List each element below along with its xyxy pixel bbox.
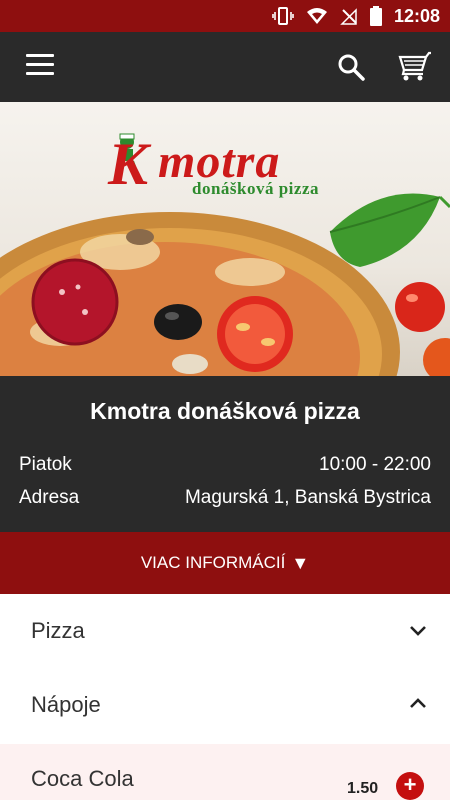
restaurant-name: Kmotra donášková pizza (90, 398, 360, 424)
logo-tagline: donášková pizza (192, 179, 319, 198)
address-value: Magurská 1, Banská Bystrica (184, 487, 431, 508)
app-bar (0, 32, 450, 102)
more-info-label: VIAC INFORMÁCIÍ (140, 553, 286, 572)
address-row: Adresa Magurská 1, Banská Bystrica (19, 487, 431, 509)
logo-initial: K (108, 131, 149, 197)
address-label: Adresa (19, 487, 80, 508)
item-price: 1.50 (347, 780, 379, 797)
wifi-icon (306, 8, 327, 24)
opening-hours: 10:00 - 22:00 (319, 454, 431, 475)
restaurant-info: Kmotra donášková pizza Piatok 10:00 - 22… (0, 376, 450, 532)
category-pizza[interactable]: Pizza (0, 594, 450, 668)
item-name: Coca Cola (31, 766, 134, 791)
search-icon[interactable] (336, 52, 366, 82)
category-label: Nápoje (31, 692, 101, 717)
menu-icon[interactable] (26, 54, 54, 80)
status-time: 12:08 (393, 5, 440, 26)
chevron-down-icon (410, 626, 426, 636)
chevron-up-icon (410, 698, 426, 708)
hero-banner: K motra donášková pizza (0, 102, 450, 376)
cart-icon[interactable] (398, 50, 432, 84)
status-icons: 12:08 (272, 0, 440, 32)
category-napoje[interactable]: Nápoje (0, 668, 450, 742)
more-info-button[interactable]: VIAC INFORMÁCIÍ ▼ (0, 532, 450, 594)
menu-item: Coca Cola 1.50 + (0, 744, 450, 800)
category-label: Pizza (31, 618, 85, 643)
caret-down-icon: ▼ (291, 552, 310, 573)
day-label: Piatok (19, 454, 72, 475)
opening-hours-row: Piatok 10:00 - 22:00 (19, 454, 431, 476)
add-to-cart-button[interactable]: + (396, 772, 424, 800)
no-signal-icon (340, 8, 357, 25)
battery-icon (369, 6, 382, 26)
vibrate-icon (272, 7, 294, 25)
status-bar: 12:08 (0, 0, 450, 32)
